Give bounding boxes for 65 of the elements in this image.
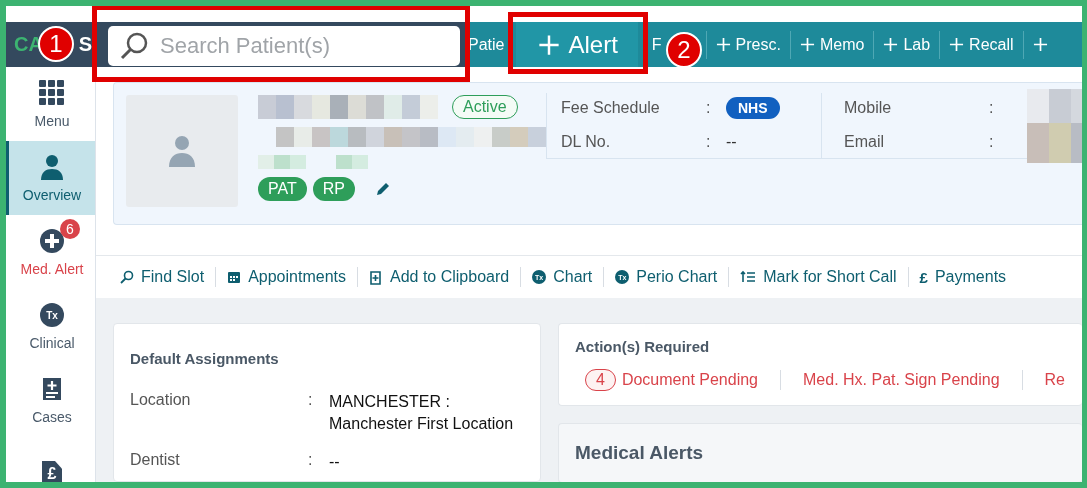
card-title: Medical Alerts [575,442,705,464]
plus-icon [883,37,899,52]
count-badge: 4 [585,369,616,391]
fee-pill: NHS [726,97,780,119]
colon: : [706,133,712,151]
calendar-icon [227,270,242,284]
sidebar-item[interactable]: Cases [6,363,95,437]
plus-icon [1032,37,1048,52]
sidebar-item[interactable]: Menu [6,67,95,141]
sidebar-item[interactable]: Overview [6,141,95,215]
nav-button[interactable]: Lab [873,30,940,59]
plus-icon [799,37,815,52]
sidebar-item[interactable]: Tx Clinical [6,289,95,363]
colon: : [308,451,314,470]
field-label: Email [844,133,885,151]
clipboard-icon [41,376,63,402]
field-label: DL No. [561,133,612,151]
card-title: Default Assignments [130,350,280,367]
pound-icon: £ [919,268,928,286]
field-label: Dentist [130,451,181,470]
document-icon: £ [42,461,62,482]
logo-text: S [78,33,92,56]
nav-button[interactable]: F [651,30,662,59]
colon: : [989,133,995,151]
field-value: -- [726,133,737,151]
colon: : [308,391,314,410]
field-label: Location [130,391,192,410]
field-label: Mobile [844,99,893,117]
action-link[interactable]: Find Slot [116,268,209,286]
action-link[interactable]: Document Pending [621,371,758,389]
plus-icon [715,37,731,52]
add-icon [40,229,64,253]
action-link[interactable]: Mark for Short Call [736,268,901,286]
field-value: -- [329,452,340,472]
status-pill: Active [452,95,518,119]
action-link[interactable]: £ Payments [915,268,1011,286]
person-icon [169,135,195,167]
action-link[interactable]: Med. Hx. Pat. Sign Pending [803,371,1000,389]
count-badge: 6 [60,219,80,239]
tx-icon: Tx [40,303,64,327]
plus-icon [949,37,965,52]
grid-icon [39,80,65,106]
action-link[interactable]: Appointments [223,268,350,286]
search-icon [120,270,134,284]
nav-button[interactable]: Alert [516,22,638,67]
nav-button[interactable]: Recall [939,30,1023,59]
field-value: MANCHESTER : Manchester First Location [329,392,514,434]
pencil-icon[interactable] [375,181,391,197]
card-title: Action(s) Required [575,338,711,355]
field-label: Fee Schedule [561,99,661,117]
action-link[interactable]: Re [1044,371,1065,389]
colon: : [989,99,995,117]
plus-icon [538,33,561,56]
nav-button[interactable]: Memo [789,30,874,59]
person-icon [41,154,63,180]
tag: RP [312,177,355,201]
nav-button[interactable]: Presc. [705,30,790,59]
colon: : [706,99,712,117]
sidebar-item[interactable]: 6 Med. Alert [6,215,95,289]
sidebar-item[interactable]: £ [6,437,95,482]
search-field[interactable]: Search Patient(s) [108,25,460,66]
clipboard-icon [369,269,383,285]
action-link[interactable]: Add to Clipboard [365,268,514,286]
tag: PAT [258,177,307,201]
list-icon [740,270,757,284]
